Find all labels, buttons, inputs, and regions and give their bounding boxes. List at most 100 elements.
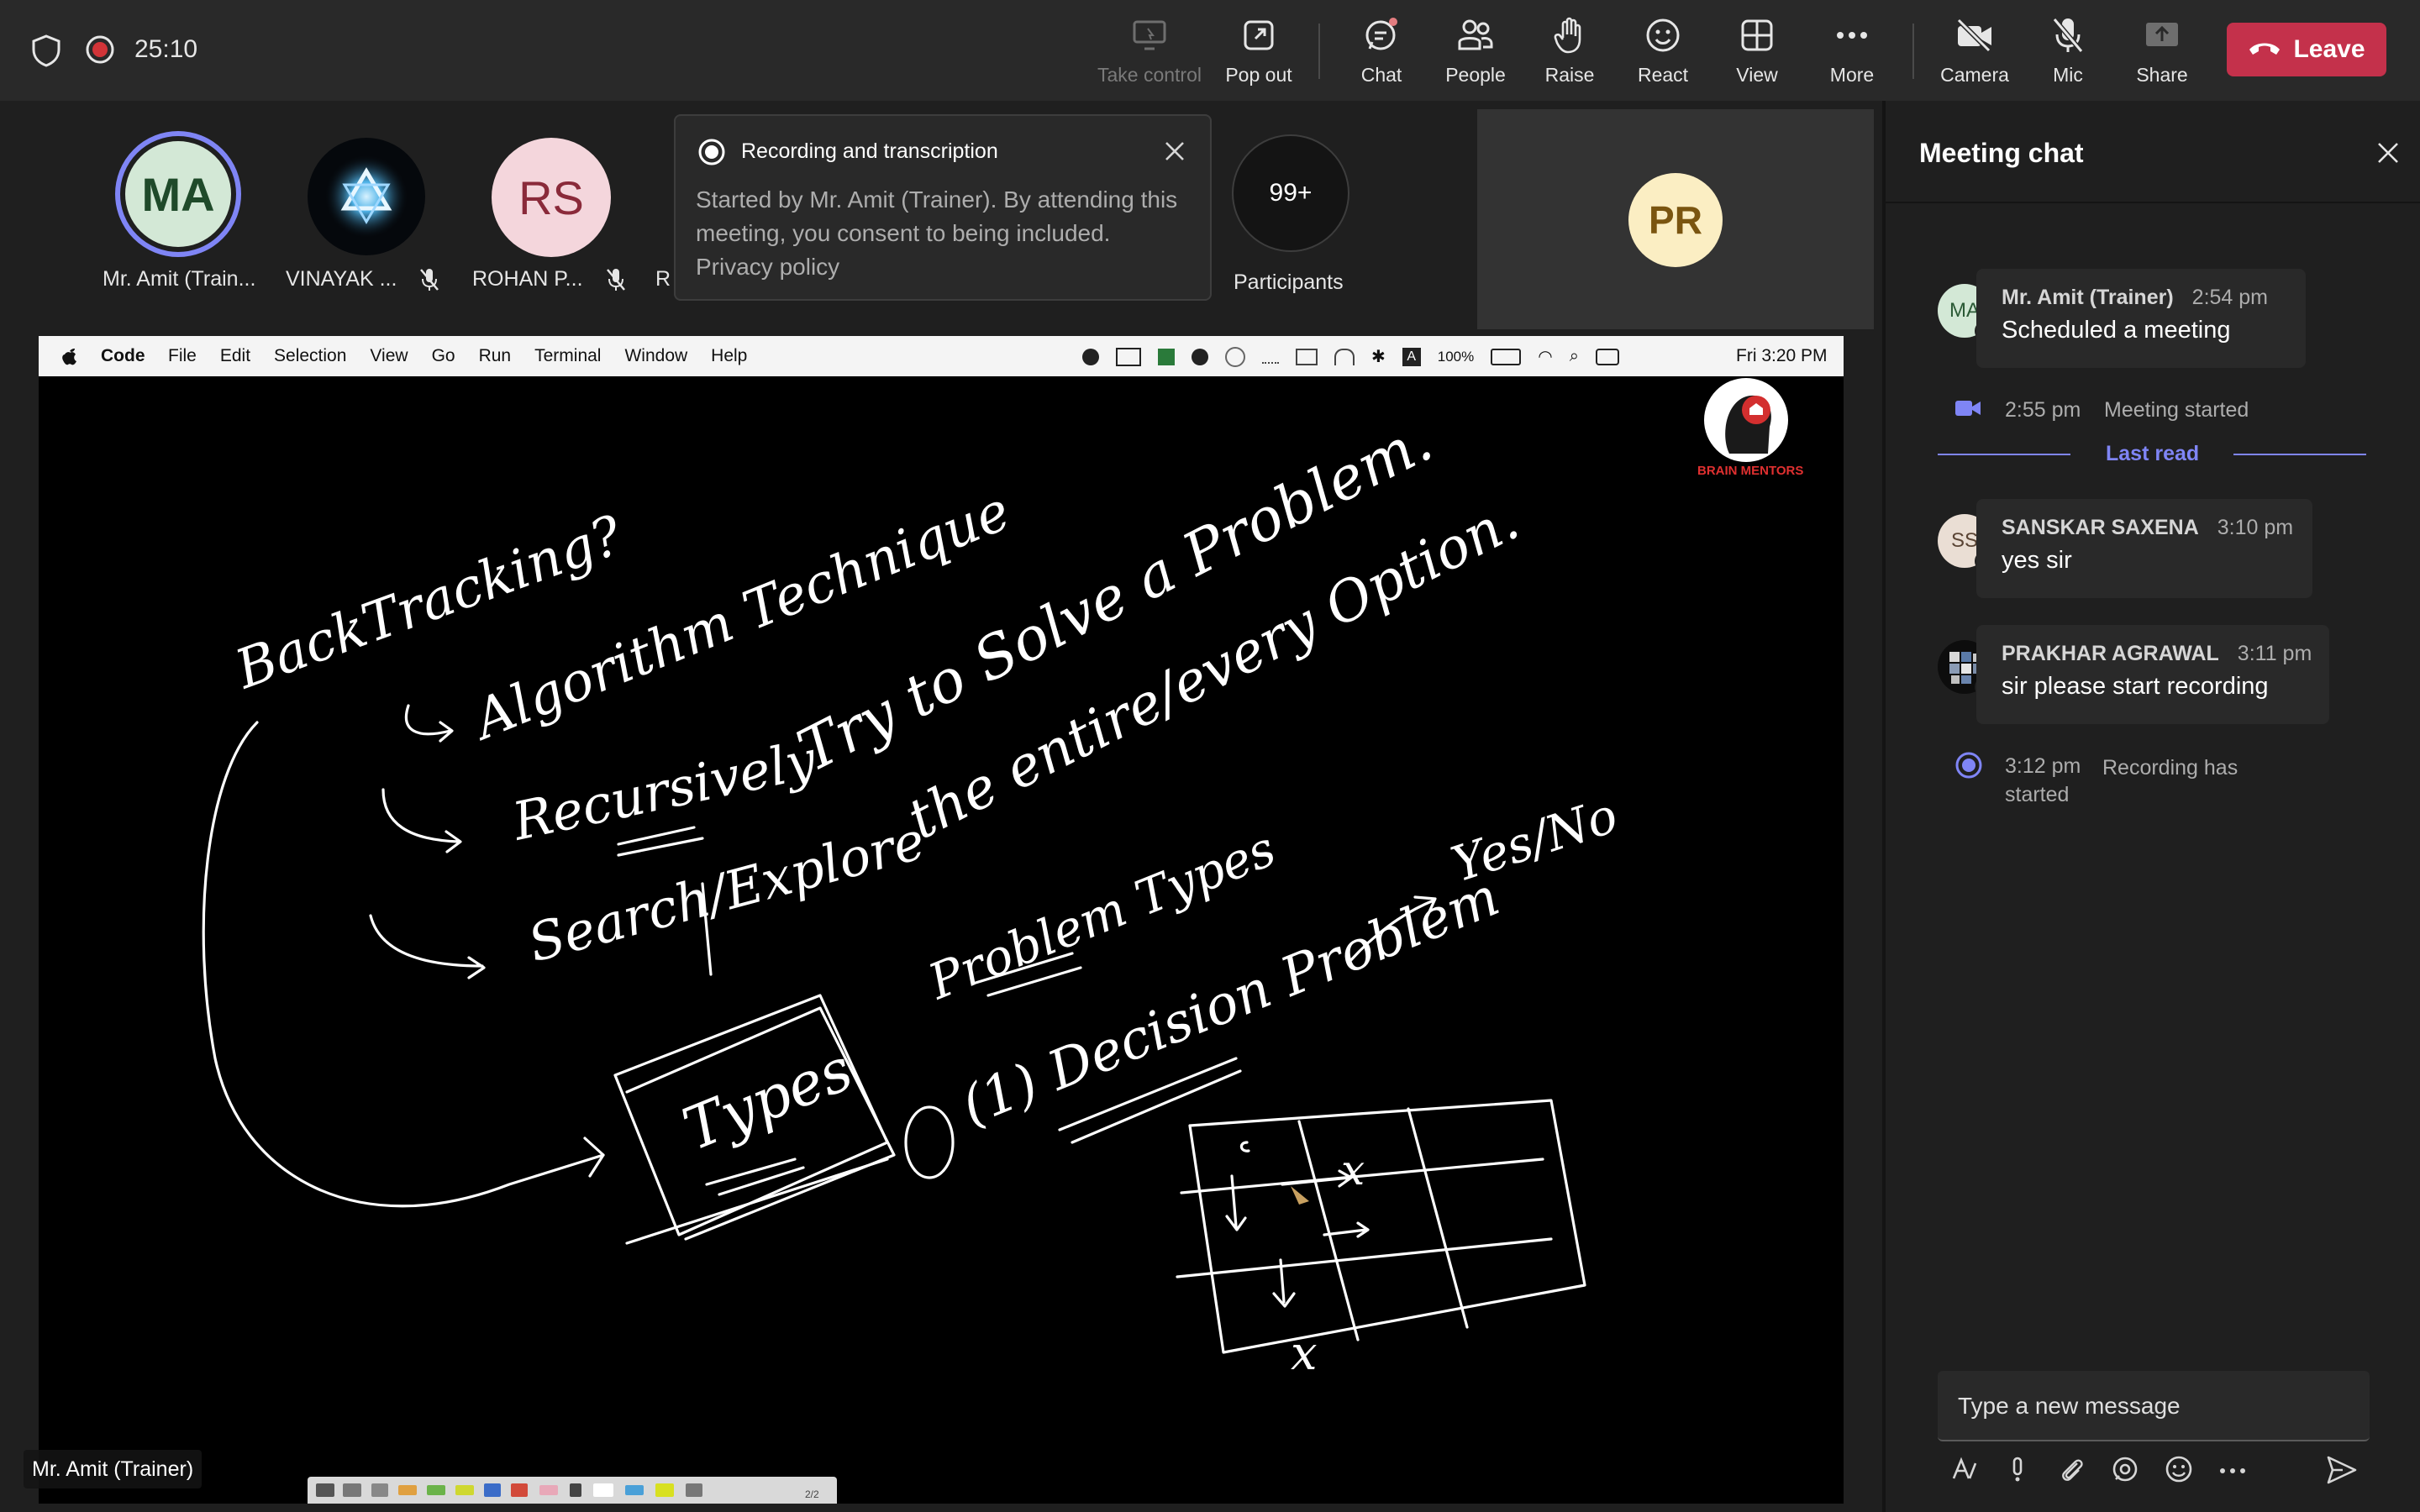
status-icon[interactable]	[1192, 348, 1208, 365]
shared-screen: BackTracking? Algorithm Technique Try to…	[39, 336, 1844, 1504]
leave-button[interactable]: Leave	[2227, 23, 2386, 76]
share-label: Share	[2136, 64, 2188, 86]
send-icon[interactable]	[2326, 1455, 2358, 1489]
message-text: sir please start recording	[2002, 673, 2269, 700]
participant-avatar[interactable]: RS	[492, 138, 611, 257]
bluetooth-icon[interactable]: ✱	[1371, 346, 1386, 367]
emoji-icon[interactable]	[2165, 1455, 2193, 1488]
menu-terminal[interactable]: Terminal	[534, 346, 601, 366]
meeting-timer: 25:10	[134, 35, 198, 63]
menu-app-name[interactable]: Code	[101, 346, 145, 366]
leave-label: Leave	[2293, 35, 2365, 63]
privacy-policy-link[interactable]: Privacy policy	[696, 250, 1200, 284]
close-icon[interactable]	[1163, 139, 1186, 167]
mic-off-icon	[2048, 15, 2088, 55]
menu-list: File Edit Selection View Go Run Terminal…	[168, 346, 747, 366]
people-icon	[1455, 15, 1496, 55]
message-author: SANSKAR SAXENA	[2002, 516, 2199, 539]
message-text: Scheduled a meeting	[2002, 317, 2231, 344]
airdrop-icon[interactable]	[1225, 346, 1245, 367]
event-text: Recording has started	[2005, 756, 2238, 806]
chat-title: Meeting chat	[1919, 138, 2084, 168]
share-icon	[2142, 15, 2182, 55]
self-video-tile[interactable]: PR	[1477, 109, 1874, 329]
last-read-label: Last read	[2106, 442, 2200, 465]
more-options-icon[interactable]	[2218, 1464, 2247, 1479]
display-icon[interactable]	[1296, 348, 1318, 365]
take-control-icon	[1129, 15, 1170, 55]
more-button[interactable]: More	[1793, 15, 1911, 91]
pop-out-icon	[1239, 15, 1279, 55]
status-icon[interactable]	[1116, 347, 1141, 366]
wifi-icon[interactable]: ◠	[1538, 346, 1552, 367]
message-time: 2:54 pm	[2191, 286, 2269, 309]
attach-icon[interactable]	[2057, 1455, 2086, 1488]
last-read-divider	[1938, 454, 2070, 455]
menu-selection[interactable]: Selection	[274, 346, 346, 366]
chat-message[interactable]: SANSKAR SAXENA 3:10 pm yes sir	[1976, 499, 2312, 598]
toolbar-divider	[1912, 24, 1914, 79]
notification-title: Recording and transcription	[741, 139, 998, 163]
input-source-icon[interactable]: A	[1402, 347, 1421, 366]
menu-go[interactable]: Go	[432, 346, 455, 366]
event-text: Meeting started	[2104, 398, 2249, 422]
important-icon[interactable]	[2003, 1455, 2032, 1488]
control-center-icon[interactable]	[1595, 348, 1619, 365]
pop-out-button[interactable]: Pop out	[1200, 15, 1318, 91]
participant-name: R	[655, 267, 671, 291]
loop-icon[interactable]	[2111, 1455, 2139, 1488]
avatar-initials: MA	[125, 141, 231, 247]
take-control-button[interactable]: Take control	[1091, 15, 1208, 91]
status-icon[interactable]	[1158, 348, 1175, 365]
close-icon[interactable]	[2376, 141, 2400, 169]
mic-label: Mic	[2053, 64, 2083, 86]
share-button[interactable]: Share	[2103, 15, 2221, 91]
raise-hand-icon	[1549, 15, 1590, 55]
menu-view[interactable]: View	[370, 346, 408, 366]
participant-avatar[interactable]: MA	[115, 131, 241, 257]
menu-run[interactable]: Run	[479, 346, 512, 366]
compose-toolbar	[1949, 1455, 2247, 1488]
chat-message[interactable]: PRAKHAR AGRAWAL 3:11 pm sir please start …	[1976, 625, 2329, 724]
camera-label: Camera	[1940, 64, 2009, 86]
chat-header-divider	[1886, 202, 2420, 203]
react-icon	[1643, 15, 1683, 55]
menu-window[interactable]: Window	[624, 346, 687, 366]
participant-name: ROHAN P...	[472, 267, 583, 291]
people-label: People	[1445, 64, 1506, 86]
annotation-toolbar[interactable]: 2/2	[308, 1477, 837, 1504]
take-control-label: Take control	[1097, 64, 1202, 86]
status-icon[interactable]	[1262, 350, 1279, 364]
search-icon[interactable]: ⌕	[1570, 347, 1579, 366]
notification-body: Started by Mr. Amit (Trainer). By attend…	[696, 183, 1200, 284]
headphones-icon[interactable]	[1334, 348, 1355, 365]
compose-box[interactable]: Type a new message	[1938, 1371, 2370, 1441]
menu-help[interactable]: Help	[711, 346, 747, 366]
whiteboard-text: (1) Decision Problem	[953, 866, 1507, 1138]
event-time: 2:55 pm	[2005, 398, 2081, 422]
more-label: More	[1829, 64, 1875, 86]
view-icon	[1737, 15, 1777, 55]
message-text: yes sir	[2002, 547, 2072, 574]
menu-file[interactable]: File	[168, 346, 197, 366]
format-icon[interactable]	[1949, 1455, 1978, 1488]
logo-text: BRAIN MENTORS	[1697, 464, 1804, 478]
toolbar-divider	[1318, 24, 1320, 79]
shield-icon[interactable]	[30, 34, 62, 71]
macos-menubar: Code File Edit Selection View Go Run Ter…	[39, 336, 1844, 376]
participant-avatar[interactable]	[308, 138, 425, 255]
chat-message[interactable]: Mr. Amit (Trainer) 2:54 pm Scheduled a me…	[1976, 269, 2306, 368]
meeting-chat-panel: Meeting chat MA Mr. Amit (Trainer) 2:54 p…	[1882, 101, 2420, 1512]
battery-icon[interactable]	[1491, 348, 1522, 365]
recording-notification: Recording and transcription Started by M…	[674, 114, 1212, 301]
pen-cursor-icon	[1291, 1186, 1309, 1205]
message-author: PRAKHAR AGRAWAL	[2002, 642, 2219, 665]
apple-icon[interactable]	[60, 346, 79, 371]
mic-muted-icon	[605, 267, 627, 297]
menu-edit[interactable]: Edit	[220, 346, 250, 366]
chat-icon	[1361, 15, 1402, 55]
phone-hangup-icon	[2248, 39, 2281, 60]
more-participants-button[interactable]: 99+	[1232, 134, 1349, 252]
status-icon[interactable]	[1082, 348, 1099, 365]
notification-text: Started by Mr. Amit (Trainer). By attend…	[696, 186, 1178, 246]
